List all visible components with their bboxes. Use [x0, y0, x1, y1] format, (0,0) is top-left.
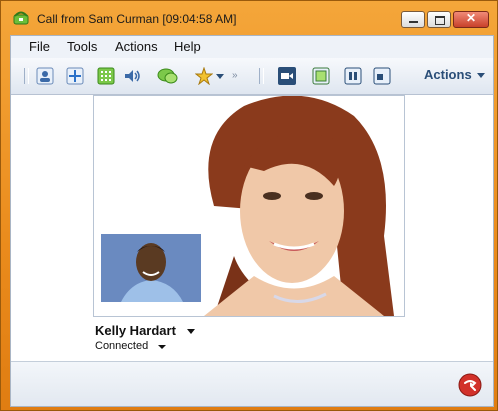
title-bar[interactable]: Call from Sam Curman [09:04:58 AM] ✕ — [1, 1, 497, 35]
window-title: Call from Sam Curman [09:04:58 AM] — [37, 12, 237, 26]
video-camera-icon[interactable] — [278, 67, 296, 85]
star-icon[interactable] — [195, 67, 213, 85]
overflow-icon[interactable]: » — [232, 70, 238, 81]
user-icon[interactable] — [36, 67, 54, 85]
local-participant-video-image — [101, 234, 201, 302]
keypad-icon[interactable] — [97, 67, 115, 85]
contact-name[interactable]: Kelly Hardart — [95, 323, 176, 338]
chevron-down-icon — [477, 73, 485, 78]
call-control-bar — [11, 361, 493, 406]
maximize-button[interactable] — [427, 11, 451, 28]
menu-file[interactable]: File — [29, 39, 50, 54]
toolbar-grip — [24, 68, 29, 84]
toolbar: » Actions — [11, 58, 493, 95]
client-area: File Tools Actions Help » Actions Kelly … — [10, 35, 494, 407]
menu-actions[interactable]: Actions — [115, 39, 158, 54]
menu-tools[interactable]: Tools — [67, 39, 97, 54]
star-dropdown-caret[interactable] — [216, 74, 224, 79]
minimize-button[interactable] — [401, 11, 425, 28]
layout-icon[interactable] — [373, 67, 391, 85]
dialpad-arrows-icon[interactable] — [66, 67, 84, 85]
phone-call-icon — [13, 11, 29, 25]
window-controls: ✕ — [401, 11, 489, 28]
hang-up-icon[interactable] — [458, 373, 482, 397]
close-icon: ✕ — [465, 11, 477, 25]
chevron-down-icon[interactable] — [187, 329, 195, 334]
video-area: Kelly Hardart Connected — [11, 95, 493, 361]
call-status[interactable]: Connected — [95, 340, 148, 352]
pause-video-icon[interactable] — [344, 67, 362, 85]
speaker-icon[interactable] — [123, 67, 141, 85]
menu-bar: File Tools Actions Help — [11, 36, 493, 58]
toolbar-separator — [259, 68, 264, 84]
share-screen-icon[interactable] — [312, 67, 330, 85]
menu-help[interactable]: Help — [174, 39, 201, 54]
close-button[interactable]: ✕ — [453, 11, 489, 28]
actions-menu-button[interactable]: Actions — [424, 67, 472, 82]
chevron-down-icon[interactable] — [158, 345, 166, 349]
chat-icon[interactable] — [157, 67, 179, 85]
call-window: Call from Sam Curman [09:04:58 AM] ✕ Fil… — [0, 0, 498, 411]
self-view-video[interactable] — [101, 234, 201, 302]
